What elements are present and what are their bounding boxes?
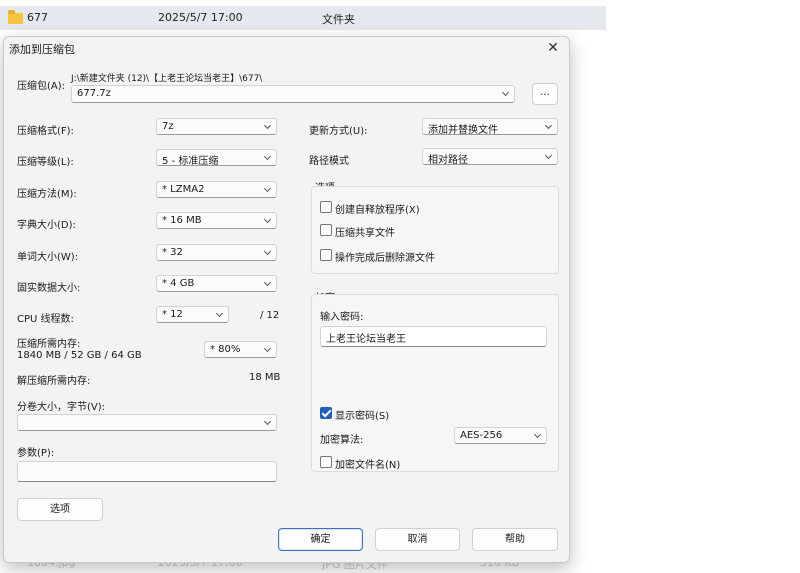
help-button[interactable]: 帮助 [472,528,558,551]
threads-value: * 12 [162,309,183,320]
threads-label: CPU 线程数: [17,314,74,325]
password-label: 输入密码: [320,312,364,323]
archive-name-value: 677.7z [77,88,111,99]
level-label: 压缩等级(L): [17,157,74,168]
format-value: 7z [162,121,174,132]
dialog-title: 添加到压缩包 [9,43,75,56]
solid-value: * 4 GB [162,278,195,289]
dict-label: 字典大小(D): [17,220,76,231]
update-select[interactable]: 添加并替换文件 [422,118,558,136]
update-label: 更新方式(U): [309,126,368,137]
mem-decompress-label: 解压缩所需内存: [17,376,91,387]
chevron-down-icon [263,215,272,224]
encryption-method-select[interactable]: AES-256 [454,427,547,444]
close-button[interactable]: ✕ [541,38,565,58]
show-password-label: 显示密码(S) [335,411,390,422]
level-value: 5 - 标准压缩 [162,156,219,167]
archive-name-combo[interactable]: 677.7z [71,85,515,103]
path-mode-label: 路径模式 [309,156,349,167]
browse-button[interactable]: ... [532,83,558,105]
method-label: 压缩方法(M): [17,189,77,200]
params-label: 参数(P): [17,448,55,459]
format-label: 压缩格式(F): [17,126,74,137]
chevron-down-icon [263,247,272,256]
solid-label: 固实数据大小: [17,283,81,294]
update-value: 添加并替换文件 [428,125,498,136]
add-to-archive-dialog: 添加到压缩包 ✕ 压缩包(A): J:\新建文件夹 (12)\【上老王论坛当老王… [3,36,570,563]
sfx-checkbox[interactable] [320,201,332,213]
options-button[interactable]: 选项 [17,498,103,521]
format-select[interactable]: 7z [156,118,277,135]
path-mode-value: 相对路径 [428,155,468,166]
ok-button[interactable]: 确定 [278,528,363,551]
chevron-down-icon [215,309,224,318]
password-value: 上老王论坛当老王 [326,334,406,345]
encryption-method-value: AES-256 [460,430,503,441]
chevron-down-icon [263,121,272,130]
archive-label: 压缩包(A): [17,81,66,92]
method-value: * LZMA2 [162,184,205,195]
threads-select[interactable]: * 12 [156,306,229,323]
level-select[interactable]: 5 - 标准压缩 [156,149,277,167]
chevron-down-icon [544,151,553,160]
encryption-method-label: 加密算法: [320,435,364,446]
dict-value: * 16 MB [162,215,202,226]
cancel-button[interactable]: 取消 [375,528,460,551]
path-mode-select[interactable]: 相对路径 [422,148,558,166]
word-select[interactable]: * 32 [156,244,277,261]
password-input[interactable]: 上老王论坛当老王 [320,326,547,347]
solid-select[interactable]: * 4 GB [156,275,277,292]
archive-path: J:\新建文件夹 (12)\【上老王论坛当老王】\677\ [71,74,263,84]
mem-usage-value: * 80% [210,344,241,355]
word-value: * 32 [162,247,183,258]
file-date: 2025/5/7 17:00 [158,11,243,24]
split-label: 分卷大小，字节(V): [17,402,106,413]
dict-select[interactable]: * 16 MB [156,212,277,229]
word-label: 单词大小(W): [17,252,79,263]
chevron-down-icon [263,278,272,287]
chevron-down-icon [263,152,272,161]
chevron-down-icon [263,184,272,193]
mem-decompress-value: 18 MB [249,372,281,383]
encrypt-names-label: 加密文件名(N) [335,460,401,471]
chevron-down-icon [544,121,553,130]
delete-after-checkbox[interactable] [320,249,332,261]
mem-usage-select[interactable]: * 80% [204,341,277,358]
chevron-down-icon [263,344,272,353]
show-password-checkbox[interactable] [320,407,332,419]
split-select[interactable] [17,414,277,431]
chevron-down-icon [501,88,510,97]
delete-after-label: 操作完成后删除源文件 [335,253,435,264]
file-type: 文件夹 [322,13,355,26]
chevron-down-icon [263,417,272,426]
params-input[interactable] [17,461,277,482]
file-name: 677 [27,11,48,24]
mem-compress-label: 压缩所需内存: [17,339,81,350]
encrypt-names-checkbox[interactable] [320,456,332,468]
chevron-down-icon [533,430,542,439]
sfx-label: 创建自释放程序(X) [335,205,420,216]
mem-compress-detail: 1840 MB / 52 GB / 64 GB [17,350,142,361]
explorer-row-677[interactable]: 677 2025/5/7 17:00 文件夹 [0,6,606,30]
shared-label: 压缩共享文件 [335,228,395,239]
folder-icon [8,10,23,24]
threads-total: / 12 [260,310,280,321]
method-select[interactable]: * LZMA2 [156,181,277,198]
shared-checkbox[interactable] [320,224,332,236]
close-icon: ✕ [547,40,559,56]
